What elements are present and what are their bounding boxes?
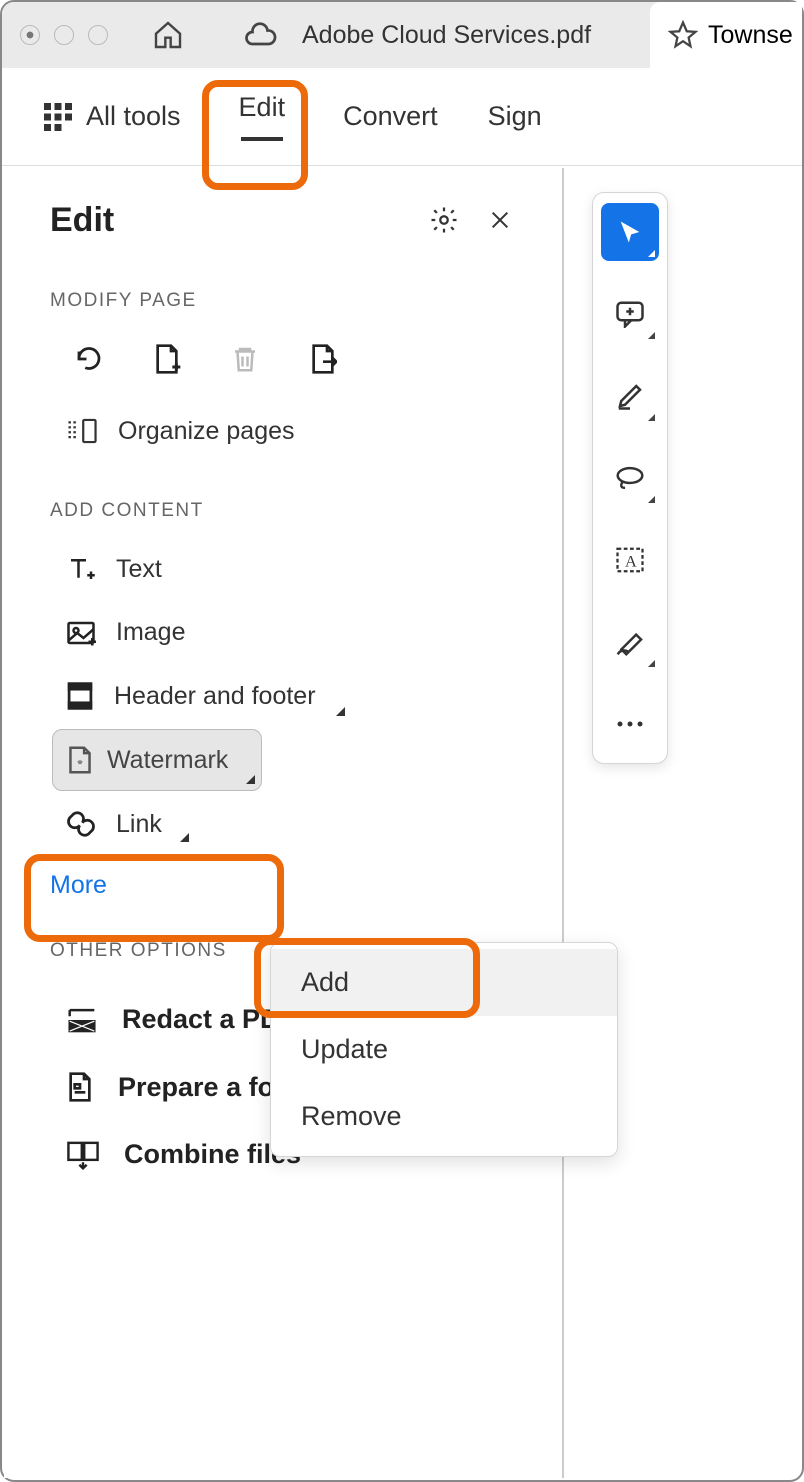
svg-text:A: A (625, 552, 637, 570)
add-image-button[interactable]: Image (4, 608, 562, 657)
tab-2[interactable]: Townse (650, 2, 802, 68)
chevron-corner-icon (246, 775, 255, 784)
zoom-window-dot[interactable] (88, 25, 108, 45)
organize-icon (66, 416, 98, 446)
image-icon (66, 619, 96, 647)
all-tools-label: All tools (86, 101, 181, 132)
section-modify-page: MODIFY PAGE (4, 290, 562, 312)
link-icon (66, 809, 96, 839)
main-toolbar: All tools Edit Convert Sign (2, 68, 802, 166)
delete-button[interactable] (228, 342, 262, 376)
organize-pages-button[interactable]: Organize pages (4, 402, 562, 460)
header-footer-icon (66, 681, 94, 711)
close-panel-button[interactable] (478, 198, 522, 242)
chevron-corner-icon (336, 707, 345, 716)
link-label: Link (116, 810, 162, 839)
popup-remove[interactable]: Remove (271, 1083, 617, 1150)
popup-update[interactable]: Update (271, 1016, 617, 1083)
edit-panel: Edit MODIFY PAGE Organize pages ADD CONT… (4, 168, 564, 1478)
popup-add[interactable]: Add (271, 949, 617, 1016)
add-text-button[interactable]: Text (4, 544, 562, 594)
edit-label: Edit (239, 92, 286, 123)
ellipsis-icon (616, 720, 644, 728)
lasso-icon (614, 465, 646, 491)
signature-tool[interactable] (601, 613, 659, 671)
submenu-indicator (648, 496, 655, 503)
form-icon (66, 1071, 94, 1103)
rotate-button[interactable] (72, 342, 106, 376)
popup-add-label: Add (301, 967, 349, 997)
highlight-tool[interactable] (601, 367, 659, 425)
modify-icons-row (4, 312, 562, 376)
sign-label: Sign (488, 101, 542, 132)
all-tools-button[interactable]: All tools (34, 95, 191, 138)
comment-tool[interactable] (601, 285, 659, 343)
annotation-toolbar: A (592, 192, 668, 764)
text-icon (66, 554, 96, 584)
page-plus-icon (153, 343, 181, 375)
tab-2-label: Townse (708, 21, 793, 50)
close-window-dot[interactable] (20, 25, 40, 45)
cursor-icon (616, 218, 644, 246)
popup-remove-label: Remove (301, 1101, 402, 1131)
lasso-tool[interactable] (601, 449, 659, 507)
home-icon[interactable] (152, 19, 184, 51)
chevron-corner-icon (180, 833, 189, 842)
close-icon (489, 209, 511, 231)
window-controls (20, 25, 108, 45)
convert-tab[interactable]: Convert (333, 95, 448, 138)
minimize-window-dot[interactable] (54, 25, 74, 45)
submenu-indicator (648, 660, 655, 667)
gear-icon (429, 205, 459, 235)
header-footer-label: Header and footer (114, 682, 316, 711)
sign-tab[interactable]: Sign (478, 95, 552, 138)
section-add-content: ADD CONTENT (4, 500, 562, 522)
submenu-indicator (648, 250, 655, 257)
edit-underline (241, 137, 283, 141)
more-tools[interactable] (601, 695, 659, 753)
popup-update-label: Update (301, 1034, 388, 1064)
star-icon (668, 20, 698, 50)
submenu-indicator (648, 332, 655, 339)
cloud-icon (242, 21, 278, 49)
add-page-button[interactable] (150, 342, 184, 376)
select-tool[interactable] (601, 203, 659, 261)
watermark-popup: Add Update Remove (270, 942, 618, 1157)
trash-icon (230, 343, 260, 375)
extract-button[interactable] (306, 342, 340, 376)
fountain-pen-icon (614, 627, 646, 657)
header-footer-button[interactable]: Header and footer (4, 671, 562, 721)
settings-button[interactable] (422, 198, 466, 242)
redact-icon (66, 1006, 98, 1034)
textbox-tool[interactable]: A (601, 531, 659, 589)
watermark-label: Watermark (107, 746, 228, 775)
organize-label: Organize pages (118, 417, 295, 446)
rotate-icon (74, 344, 104, 374)
comment-icon (615, 300, 645, 328)
pencil-icon (615, 381, 645, 411)
edit-tab[interactable]: Edit (221, 86, 304, 147)
more-link[interactable]: More (4, 849, 562, 922)
submenu-indicator (648, 414, 655, 421)
convert-label: Convert (343, 101, 438, 132)
more-label: More (50, 871, 107, 899)
watermark-button[interactable]: Watermark (52, 729, 262, 791)
panel-header: Edit (4, 198, 562, 242)
watermark-icon (67, 745, 93, 775)
panel-title: Edit (50, 201, 422, 240)
image-label: Image (116, 618, 185, 647)
grid-icon (44, 103, 72, 131)
add-link-button[interactable]: Link (4, 799, 562, 849)
text-label: Text (116, 555, 162, 584)
tab-title[interactable]: Adobe Cloud Services.pdf (302, 21, 591, 50)
textbox-icon: A (615, 546, 645, 574)
titlebar: Adobe Cloud Services.pdf Townse (2, 2, 802, 68)
page-export-icon (309, 343, 337, 375)
combine-icon (66, 1140, 100, 1170)
